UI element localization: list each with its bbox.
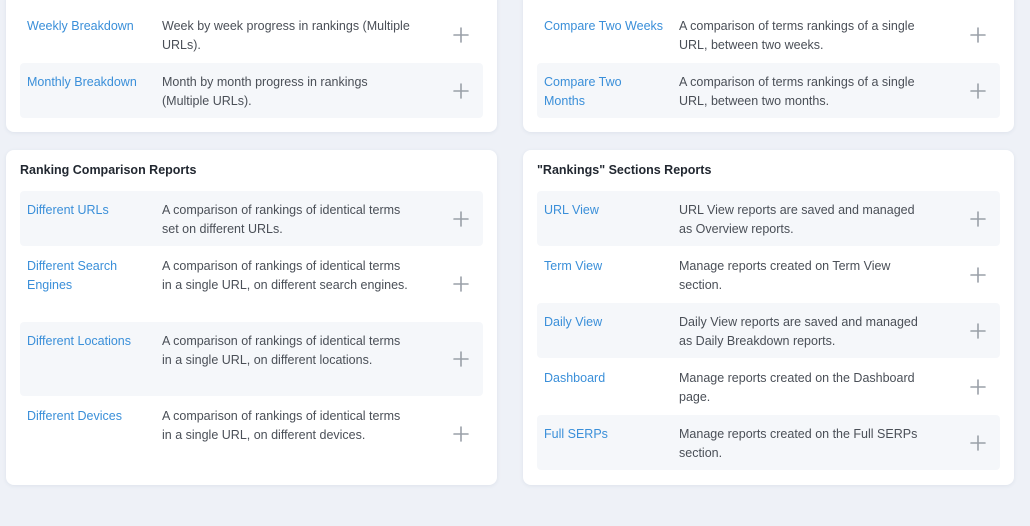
report-description: URL View reports are saved and managed a… bbox=[679, 203, 915, 236]
report-description: A comparison of rankings of identical te… bbox=[162, 203, 401, 236]
report-row-weekly-breakdown[interactable]: Weekly Breakdown Week by week progress i… bbox=[20, 7, 483, 62]
report-name[interactable]: Compare Two Months bbox=[544, 73, 664, 111]
plus-icon[interactable] bbox=[452, 210, 470, 228]
report-name[interactable]: Daily View bbox=[544, 313, 664, 332]
report-row-url-view[interactable]: URL View URL View reports are saved and … bbox=[537, 191, 1000, 246]
report-row-different-locations[interactable]: Different Locations A comparison of rank… bbox=[20, 322, 483, 396]
report-row-term-view[interactable]: Term View Manage reports created on Term… bbox=[537, 247, 1000, 302]
report-name[interactable]: Compare Two Weeks bbox=[544, 17, 664, 36]
report-description: Manage reports created on the Full SERPs… bbox=[679, 427, 918, 460]
report-row-full-serps[interactable]: Full SERPs Manage reports created on the… bbox=[537, 415, 1000, 470]
plus-icon[interactable] bbox=[969, 210, 987, 228]
card-title: "Rankings" Sections Reports bbox=[537, 163, 712, 177]
plus-icon[interactable] bbox=[969, 322, 987, 340]
report-description: A comparison of rankings of identical te… bbox=[162, 334, 401, 367]
report-row-daily-view[interactable]: Daily View Daily View reports are saved … bbox=[537, 303, 1000, 358]
report-name[interactable]: Different URLs bbox=[27, 201, 147, 220]
report-row-different-devices[interactable]: Different Devices A comparison of rankin… bbox=[20, 397, 483, 471]
report-name[interactable]: Weekly Breakdown bbox=[27, 17, 147, 36]
report-name[interactable]: Full SERPs bbox=[544, 425, 664, 444]
report-description: Month by month progress in rankings (Mul… bbox=[162, 75, 368, 108]
plus-icon[interactable] bbox=[452, 425, 470, 443]
report-description: Daily View reports are saved and managed… bbox=[679, 315, 918, 348]
report-description: A comparison of rankings of identical te… bbox=[162, 259, 408, 292]
plus-icon[interactable] bbox=[452, 82, 470, 100]
report-row-compare-two-weeks[interactable]: Compare Two Weeks A comparison of terms … bbox=[537, 7, 1000, 62]
plus-icon[interactable] bbox=[969, 266, 987, 284]
report-row-different-search-engines[interactable]: Different Search Engines A comparison of… bbox=[20, 247, 483, 321]
report-description: Week by week progress in rankings (Multi… bbox=[162, 19, 410, 52]
plus-icon[interactable] bbox=[452, 275, 470, 293]
report-description: A comparison of terms rankings of a sing… bbox=[679, 75, 915, 108]
report-name[interactable]: Monthly Breakdown bbox=[27, 73, 147, 92]
report-name[interactable]: Different Search Engines bbox=[27, 257, 147, 295]
report-name[interactable]: Term View bbox=[544, 257, 664, 276]
plus-icon[interactable] bbox=[969, 434, 987, 452]
card-title: Ranking Comparison Reports bbox=[20, 163, 197, 177]
report-description: Manage reports created on the Dashboard … bbox=[679, 371, 915, 404]
plus-icon[interactable] bbox=[969, 26, 987, 44]
report-name[interactable]: Dashboard bbox=[544, 369, 664, 388]
breakdown-reports-card: Weekly Breakdown Week by week progress i… bbox=[6, 0, 497, 132]
report-name[interactable]: URL View bbox=[544, 201, 664, 220]
comparison-period-reports-card: Compare Two Weeks A comparison of terms … bbox=[523, 0, 1014, 132]
rankings-sections-reports-card: "Rankings" Sections Reports URL View URL… bbox=[523, 150, 1014, 485]
report-description: Manage reports created on Term View sect… bbox=[679, 259, 891, 292]
plus-icon[interactable] bbox=[969, 82, 987, 100]
ranking-comparison-reports-card: Ranking Comparison Reports Different URL… bbox=[6, 150, 497, 485]
report-name[interactable]: Different Devices bbox=[27, 407, 147, 426]
plus-icon[interactable] bbox=[452, 350, 470, 368]
report-description: A comparison of terms rankings of a sing… bbox=[679, 19, 915, 52]
report-name[interactable]: Different Locations bbox=[27, 332, 147, 351]
plus-icon[interactable] bbox=[452, 26, 470, 44]
report-description: A comparison of rankings of identical te… bbox=[162, 409, 401, 442]
report-row-monthly-breakdown[interactable]: Monthly Breakdown Month by month progres… bbox=[20, 63, 483, 118]
plus-icon[interactable] bbox=[969, 378, 987, 396]
report-row-dashboard[interactable]: Dashboard Manage reports created on the … bbox=[537, 359, 1000, 414]
report-row-different-urls[interactable]: Different URLs A comparison of rankings … bbox=[20, 191, 483, 246]
report-row-compare-two-months[interactable]: Compare Two Months A comparison of terms… bbox=[537, 63, 1000, 118]
